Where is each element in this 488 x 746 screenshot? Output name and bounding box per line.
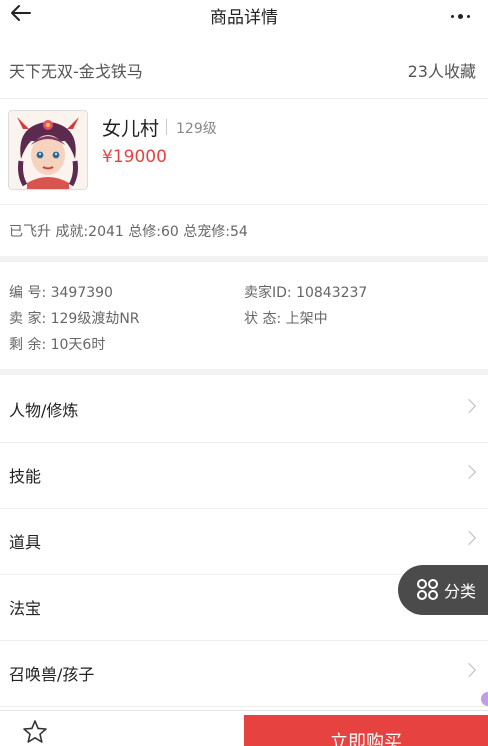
menu-item-label: 人物/修炼 (9, 401, 79, 420)
category-button[interactable]: 分类 (398, 565, 488, 615)
category-label: 分类 (444, 582, 477, 601)
menu-item-label: 召唤兽/孩子 (9, 665, 95, 684)
menu-item-label: 道具 (9, 533, 42, 552)
listing-name: 天下无双-金戈铁马 (9, 62, 143, 81)
section-divider (0, 256, 488, 262)
character-level: 129级 (176, 121, 217, 137)
seller-id: 卖家ID: 10843237 (244, 285, 368, 301)
divider (166, 119, 167, 135)
price: ¥19000 (102, 147, 167, 167)
chevron-right-icon (461, 530, 477, 546)
character-card: 女儿村 129级 ¥19000 (0, 98, 488, 205)
more-dots-icon[interactable] (444, 4, 478, 26)
menu-item-label: 技能 (9, 467, 42, 486)
listing-status: 状 态: 上架中 (244, 311, 328, 327)
bottom-bar: 立即购买 (0, 710, 488, 746)
page-title: 商品详情 (210, 8, 278, 28)
seller-name: 卖 家: 129级渡劫NR (9, 311, 140, 327)
floating-indicator[interactable] (481, 692, 488, 706)
chevron-right-icon (461, 662, 477, 678)
time-remaining: 剩 余: 10天6时 (9, 337, 106, 353)
section-divider (0, 369, 488, 375)
chevron-right-icon (461, 398, 477, 414)
category-grid-icon (417, 579, 438, 600)
buy-now-button[interactable]: 立即购买 (244, 715, 488, 746)
menu-item-skills[interactable]: 技能 (0, 442, 488, 509)
listing-header: 天下无双-金戈铁马 23人收藏 (0, 42, 488, 99)
menu-item-character-cultivation[interactable]: 人物/修炼 (0, 376, 488, 443)
star-icon[interactable] (22, 719, 48, 745)
character-avatar (8, 110, 88, 190)
top-bar: 商品详情 (0, 0, 488, 36)
menu-item-pets-children[interactable]: 召唤兽/孩子 (0, 640, 488, 707)
menu-item-items[interactable]: 道具 (0, 508, 488, 575)
character-school: 女儿村 (102, 118, 160, 140)
favorite-count: 23人收藏 (407, 62, 476, 81)
chevron-right-icon (461, 464, 477, 480)
menu-item-label: 法宝 (9, 599, 42, 618)
achievements-summary: 已飞升 成就:2041 总修:60 总宠修:54 (9, 224, 248, 240)
buy-now-label: 立即购买 (330, 732, 402, 746)
item-id: 编 号: 3497390 (9, 285, 113, 301)
